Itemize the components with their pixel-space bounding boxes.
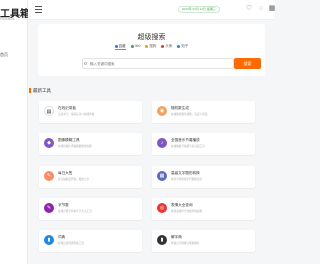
search-title: 超级搜索 [137, 34, 166, 41]
tool-name: 在线记录板 [58, 106, 76, 110]
baidu-icon [114, 44, 118, 48]
tool-name: 表情大全查询 [171, 203, 193, 207]
tool-name: 词典 [58, 235, 66, 239]
tool-desc: 记录文字、保存后可以在线查看 [58, 113, 95, 116]
tool-name: 图像模糊工具 [58, 138, 80, 142]
tool-card[interactable]: ▮ 词典 在线汉语词典查询工具 [39, 230, 142, 252]
tool-card[interactable]: ✎ 每日大签 每日抽取运势签，图文分享 [39, 166, 142, 188]
engine-tab-toutiao[interactable]: 头条 [161, 44, 172, 49]
random-icon: ◉ [157, 106, 167, 116]
engine-tab-sogou[interactable]: 搜狗 [145, 44, 156, 49]
tool-desc: 在线播放节拍器节奏音频工具 [171, 145, 205, 148]
emoji-icon: ◎ [157, 203, 167, 213]
search-icon [84, 62, 87, 65]
search-input[interactable] [82, 58, 234, 69]
tool-card[interactable]: ♪ 全国音乐节奏播放 在线播放节拍器节奏音频工具 [152, 133, 255, 155]
site-logo-subtitle: TOOLBOX [0, 17, 15, 21]
text-art-icon: ▦ [157, 171, 167, 181]
toutiao-icon [161, 44, 165, 48]
sidebar: 工具箱 TOOLBOX 首页 [0, 0, 30, 264]
section-title: 最新工具 [33, 88, 51, 93]
top-bar: 2023年 04月 12日 星期三 ♡ ◌ ▦ [28, 0, 275, 20]
music-icon: ♪ [157, 138, 167, 148]
tool-name: 字节数 [58, 203, 69, 207]
search-engine-tabs: 百度 360 搜狗 头条 知乎 [38, 44, 265, 50]
character-icon: ▮ [157, 235, 167, 245]
tool-name: 高级文字图形转换 [171, 171, 200, 175]
dictionary-icon: ▮ [44, 235, 54, 245]
blur-icon: ◆ [44, 138, 54, 148]
sogou-icon [145, 44, 149, 48]
sidebar-item-home[interactable]: 首页 [0, 52, 8, 58]
360-icon [130, 44, 134, 48]
tool-card[interactable]: ◆ 图像模糊工具 在线给图片添加模糊效果处理 [39, 133, 142, 155]
tool-name: 全国音乐节奏播放 [171, 138, 200, 142]
tool-name: 每日大签 [58, 171, 73, 175]
bytes-icon: ✎ [44, 203, 54, 213]
tool-desc: 各类表情符号在线查询复制 [171, 210, 203, 213]
tool-card[interactable]: ✎ 字节数 在线计算字符串字节大小工具 [39, 198, 142, 220]
tool-desc: 查看汉字拆解与笔顺解析 [171, 242, 200, 245]
section-marker [29, 88, 31, 93]
tool-card[interactable]: ◎ 表情大全查询 各类表情符号在线查询复制 [152, 198, 255, 220]
heart-icon[interactable]: ♡ [245, 5, 253, 13]
fortune-icon: ✎ [44, 171, 54, 181]
tool-desc: 每日抽取运势签，图文分享 [58, 178, 90, 181]
tool-card[interactable]: ▤ 在线记录板 记录文字、保存后可以在线查看 [39, 101, 142, 123]
tool-name: 随机数生成 [171, 106, 189, 110]
tool-desc: 在线给图片添加模糊效果处理 [58, 145, 92, 148]
tool-desc: 将文字转换成字符图案显示 [171, 178, 203, 181]
grid-icon[interactable]: ▦ [268, 5, 276, 13]
tool-desc: 在线随机数生成器，自定义范围 [171, 113, 208, 116]
tool-desc: 在线汉语词典查询工具 [58, 242, 84, 245]
tool-name: 解字典 [171, 235, 182, 239]
date-badge: 2023年 04月 12日 星期三 [178, 6, 220, 13]
menu-icon[interactable] [35, 6, 42, 13]
zhihu-icon [177, 44, 181, 48]
notebook-icon: ▤ [44, 106, 54, 116]
tool-card[interactable]: ▮ 解字典 查看汉字拆解与笔顺解析 [152, 230, 255, 252]
user-icon[interactable]: ◌ [257, 5, 265, 13]
engine-tab-360[interactable]: 360 [130, 44, 140, 48]
search-button[interactable]: 搜索 [234, 58, 261, 69]
tool-card[interactable]: ▦ 高级文字图形转换 将文字转换成字符图案显示 [152, 166, 255, 188]
engine-tab-zhihu[interactable]: 知乎 [177, 44, 188, 49]
tool-desc: 在线计算字符串字节大小工具 [58, 210, 92, 213]
super-search-card: 超级搜索 百度 360 搜狗 头条 知乎 搜索 [38, 24, 265, 76]
tool-card[interactable]: ◉ 随机数生成 在线随机数生成器，自定义范围 [152, 101, 255, 123]
engine-tab-baidu[interactable]: 百度 [114, 44, 126, 50]
